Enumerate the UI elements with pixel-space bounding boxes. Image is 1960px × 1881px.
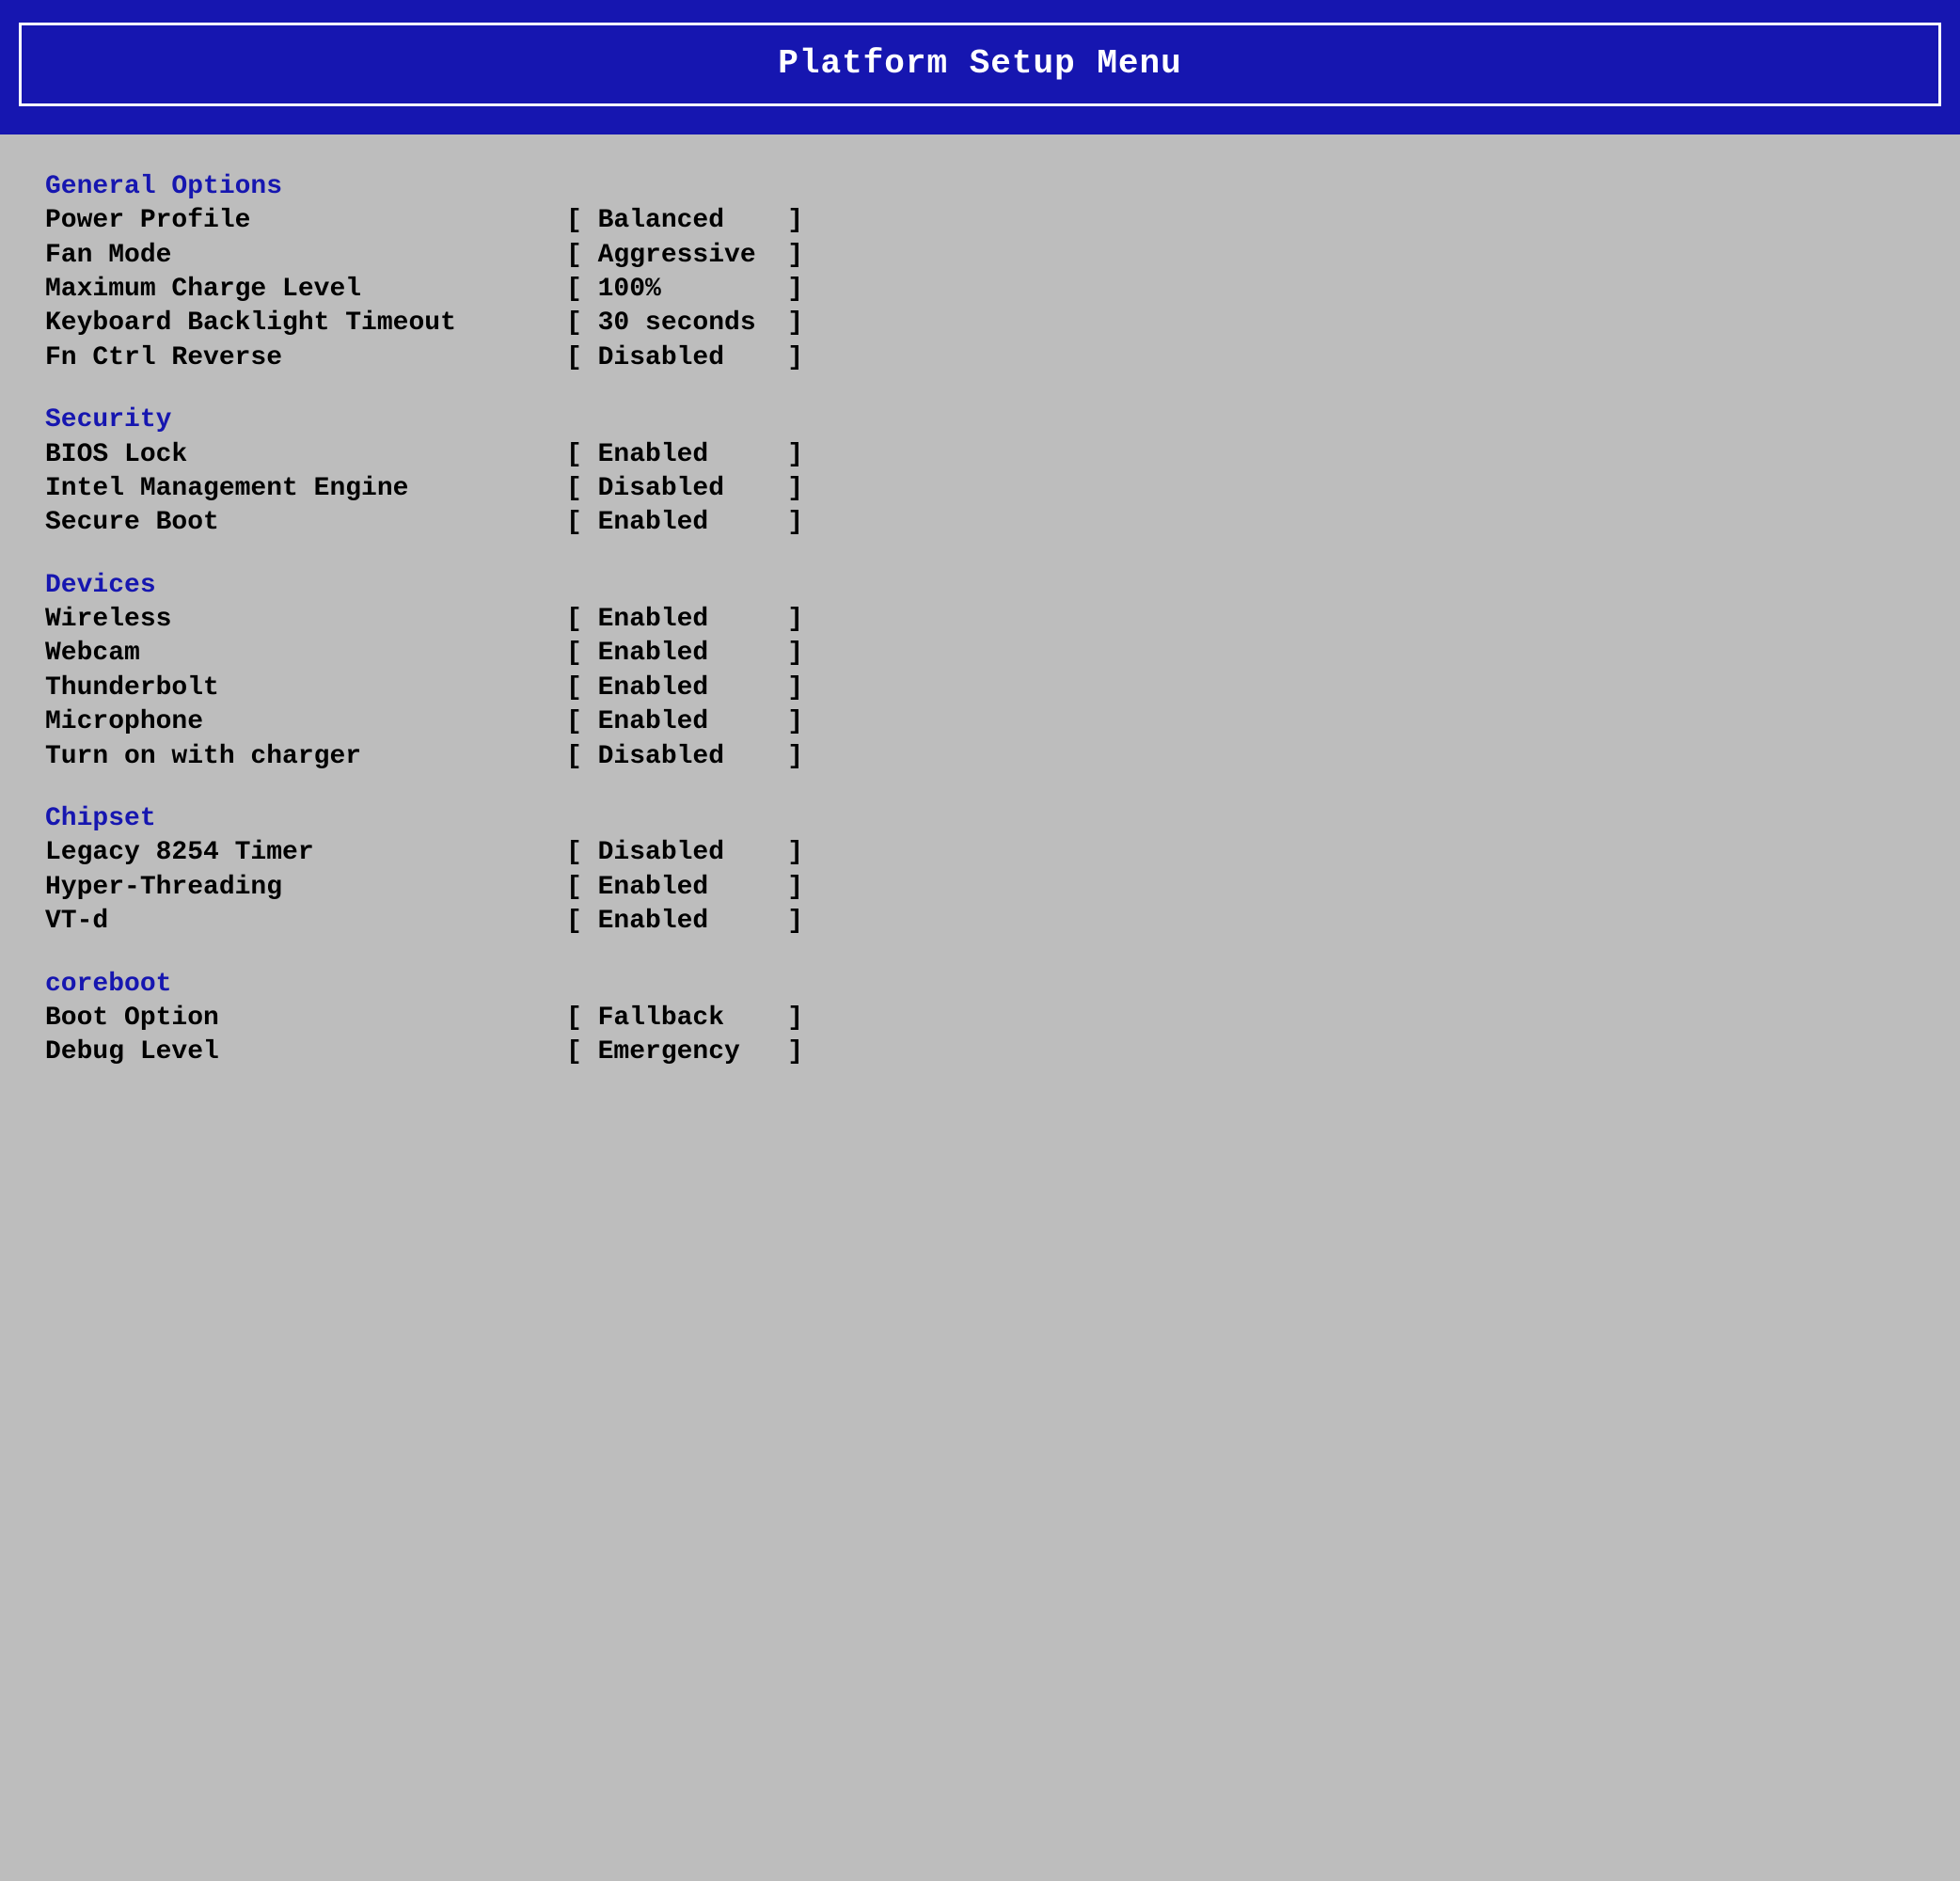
label-power-profile: Power Profile [45,204,566,238]
value-power-profile[interactable]: [ Balanced ] [566,204,803,238]
label-fn-ctrl-reverse: Fn Ctrl Reverse [45,341,566,375]
row-power-profile[interactable]: Power Profile [ Balanced ] [45,204,1915,238]
value-webcam[interactable]: [ Enabled ] [566,637,803,671]
value-fan-mode[interactable]: [ Aggressive ] [566,239,803,273]
label-keyboard-backlight-timeout: Keyboard Backlight Timeout [45,307,566,340]
label-turn-on-with-charger: Turn on with charger [45,740,566,774]
row-intel-management-engine[interactable]: Intel Management Engine [ Disabled ] [45,472,1915,506]
label-vt-d: VT-d [45,905,566,939]
row-keyboard-backlight-timeout[interactable]: Keyboard Backlight Timeout [ 30 seconds … [45,307,1915,340]
value-keyboard-backlight-timeout[interactable]: [ 30 seconds ] [566,307,803,340]
section-header-devices: Devices [45,569,1915,603]
label-maximum-charge-level: Maximum Charge Level [45,273,566,307]
value-vt-d[interactable]: [ Enabled ] [566,905,803,939]
label-thunderbolt: Thunderbolt [45,672,566,705]
value-microphone[interactable]: [ Enabled ] [566,705,803,739]
row-hyper-threading[interactable]: Hyper-Threading [ Enabled ] [45,871,1915,905]
label-debug-level: Debug Level [45,1035,566,1069]
value-thunderbolt[interactable]: [ Enabled ] [566,672,803,705]
value-legacy-8254-timer[interactable]: [ Disabled ] [566,836,803,870]
section-header-coreboot: coreboot [45,968,1915,1002]
value-bios-lock[interactable]: [ Enabled ] [566,438,803,472]
label-wireless: Wireless [45,603,566,637]
page-title: Platform Setup Menu [19,23,1941,106]
row-maximum-charge-level[interactable]: Maximum Charge Level [ 100% ] [45,273,1915,307]
label-microphone: Microphone [45,705,566,739]
row-fan-mode[interactable]: Fan Mode [ Aggressive ] [45,239,1915,273]
section-header-chipset: Chipset [45,802,1915,836]
row-wireless[interactable]: Wireless [ Enabled ] [45,603,1915,637]
value-secure-boot[interactable]: [ Enabled ] [566,506,803,540]
value-intel-management-engine[interactable]: [ Disabled ] [566,472,803,506]
label-hyper-threading: Hyper-Threading [45,871,566,905]
settings-content: General Options Power Profile [ Balanced… [0,134,1960,1106]
header-bar: Platform Setup Menu [0,0,1960,134]
row-thunderbolt[interactable]: Thunderbolt [ Enabled ] [45,672,1915,705]
value-debug-level[interactable]: [ Emergency ] [566,1035,803,1069]
row-microphone[interactable]: Microphone [ Enabled ] [45,705,1915,739]
row-legacy-8254-timer[interactable]: Legacy 8254 Timer [ Disabled ] [45,836,1915,870]
row-debug-level[interactable]: Debug Level [ Emergency ] [45,1035,1915,1069]
label-boot-option: Boot Option [45,1002,566,1035]
row-secure-boot[interactable]: Secure Boot [ Enabled ] [45,506,1915,540]
value-fn-ctrl-reverse[interactable]: [ Disabled ] [566,341,803,375]
row-webcam[interactable]: Webcam [ Enabled ] [45,637,1915,671]
value-maximum-charge-level[interactable]: [ 100% ] [566,273,803,307]
label-intel-management-engine: Intel Management Engine [45,472,566,506]
label-legacy-8254-timer: Legacy 8254 Timer [45,836,566,870]
value-turn-on-with-charger[interactable]: [ Disabled ] [566,740,803,774]
row-vt-d[interactable]: VT-d [ Enabled ] [45,905,1915,939]
value-hyper-threading[interactable]: [ Enabled ] [566,871,803,905]
row-turn-on-with-charger[interactable]: Turn on with charger [ Disabled ] [45,740,1915,774]
value-wireless[interactable]: [ Enabled ] [566,603,803,637]
label-secure-boot: Secure Boot [45,506,566,540]
row-fn-ctrl-reverse[interactable]: Fn Ctrl Reverse [ Disabled ] [45,341,1915,375]
label-webcam: Webcam [45,637,566,671]
section-header-security: Security [45,403,1915,437]
section-header-general-options: General Options [45,170,1915,204]
value-boot-option[interactable]: [ Fallback ] [566,1002,803,1035]
label-bios-lock: BIOS Lock [45,438,566,472]
row-bios-lock[interactable]: BIOS Lock [ Enabled ] [45,438,1915,472]
row-boot-option[interactable]: Boot Option [ Fallback ] [45,1002,1915,1035]
label-fan-mode: Fan Mode [45,239,566,273]
